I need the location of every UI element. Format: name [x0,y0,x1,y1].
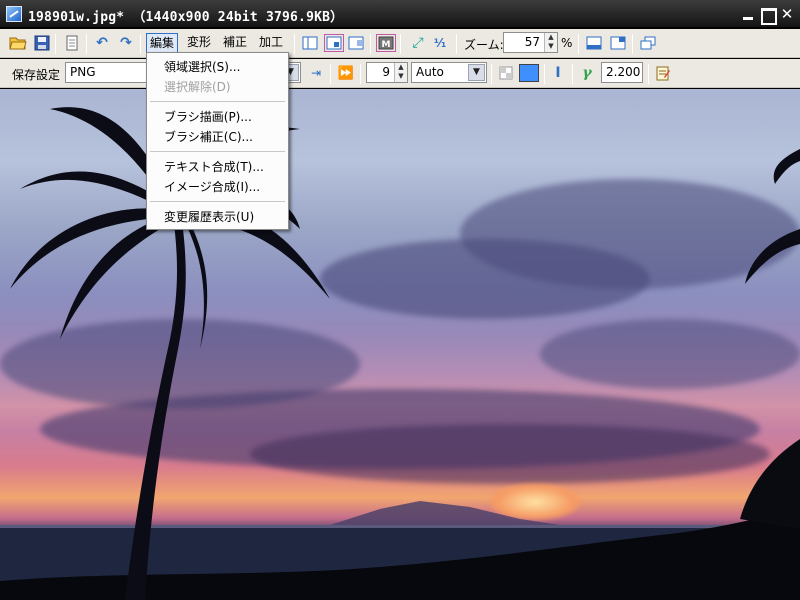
menu-item-brush-draw[interactable]: ブラシ描画(P)... [147,107,288,127]
main-toolbar: ↶ ↷ 編集 変形 補正 加工 M ⤢ ¹⁄₁ ズーム: 57 ▲ ▼ % [0,29,800,58]
palm-silhouette [0,89,800,600]
window-resize-icon[interactable] [608,34,628,52]
gamma-input[interactable]: 2.200 [601,62,643,83]
save-icon[interactable] [32,34,52,52]
mode-select[interactable]: Auto ▼ [411,62,487,83]
zoom-spinner[interactable]: ▲ ▼ [544,33,557,52]
menu-item-history[interactable]: 変更履歴表示(U) [147,207,288,227]
close-button[interactable]: ✕ [779,6,795,22]
page-icon[interactable] [62,34,82,52]
image-canvas[interactable] [0,89,800,600]
color-swatch-fill [519,64,539,82]
zoom-label: ズーム: [464,38,504,52]
toolbar-separator [572,64,573,84]
toolbar-separator [400,34,401,54]
svg-text:M: M [382,40,391,50]
window-fit-icon[interactable] [584,34,604,52]
view-left-pane-icon[interactable] [300,34,320,52]
view-center-pane-icon[interactable] [324,34,344,52]
toolbar-separator [360,64,361,84]
menu-separator [150,151,285,152]
menu-separator [150,101,285,102]
toolbar-separator [370,34,371,54]
zoom-value: 57 [524,35,540,49]
minimize-button[interactable] [740,6,756,22]
undo-icon[interactable]: ↶ [92,34,112,52]
save-toolbar: 保存設定 PNG ▼ ⇥ ⏩ 9 ▲ ▼ Auto ▼ I γ 2.200 [0,59,800,88]
actual-size-icon[interactable]: ¹⁄₁ [430,34,450,52]
size-input[interactable]: 9 ▲ ▼ [366,62,408,83]
fast-forward-icon[interactable]: ⏩ [336,64,356,82]
toolbar-separator [86,34,87,54]
mode-value: Auto [416,65,444,79]
notepad-icon[interactable] [653,64,673,82]
menu-adjust[interactable]: 補正 [220,33,250,54]
text-cursor-icon[interactable]: I [548,64,568,82]
toolbar-separator [632,34,633,54]
save-settings-label: 保存設定 [12,68,61,82]
toolbar-separator [491,64,492,84]
menu-separator [150,201,285,202]
fit-window-icon[interactable]: ⤢ [408,34,428,52]
size-value: 9 [382,65,390,79]
toolbar-separator [294,34,295,54]
toolbar-separator [456,34,457,54]
fit-width-icon[interactable]: ⇥ [306,64,326,82]
size-spinner[interactable]: ▲ ▼ [394,63,407,82]
redo-icon[interactable]: ↷ [116,34,136,52]
folder-open-icon[interactable] [8,34,28,52]
toolbar-separator [544,64,545,84]
menu-item-text-composite[interactable]: テキスト合成(T)... [147,157,288,177]
gamma-value: 2.200 [606,65,641,79]
toolbar-separator [55,34,56,54]
edit-dropdown-menu: 領域選択(S)... 選択解除(D) ブラシ描画(P)... ブラシ補正(C).… [146,52,289,230]
window-title: 198901w.jpg* （1440x900 24bit 3796.9KB） [28,10,344,25]
menu-item-deselect: 選択解除(D) [164,80,231,94]
color-swatch[interactable] [518,63,540,83]
zoom-unit: % [561,36,573,50]
window-cascade-icon[interactable] [638,34,658,52]
gamma-icon: γ [582,65,592,81]
title-bar: 198901w.jpg* （1440x900 24bit 3796.9KB） ✕ [0,0,800,28]
menu-process[interactable]: 加工 [256,33,286,54]
toolbar-separator [578,34,579,54]
zoom-input[interactable]: 57 ▲ ▼ [503,32,558,53]
toolbar-separator [140,34,141,54]
format-value: PNG [70,65,96,79]
menu-edit[interactable]: 編集 [146,33,179,54]
view-right-pane-icon[interactable] [346,34,366,52]
toolbar-separator [648,64,649,84]
m-mode-icon[interactable]: M [376,34,396,52]
toolbar-separator [330,64,331,84]
transparency-icon[interactable] [496,64,516,82]
menu-item-select-region[interactable]: 領域選択(S)... [147,57,288,77]
menu-item-brush-adjust[interactable]: ブラシ補正(C)... [147,127,288,147]
chevron-down-icon: ▼ [468,64,485,81]
app-icon [6,6,22,22]
menu-item-image-composite[interactable]: イメージ合成(I)... [147,177,288,197]
menu-transform[interactable]: 変形 [184,33,214,54]
maximize-button[interactable] [759,6,777,25]
